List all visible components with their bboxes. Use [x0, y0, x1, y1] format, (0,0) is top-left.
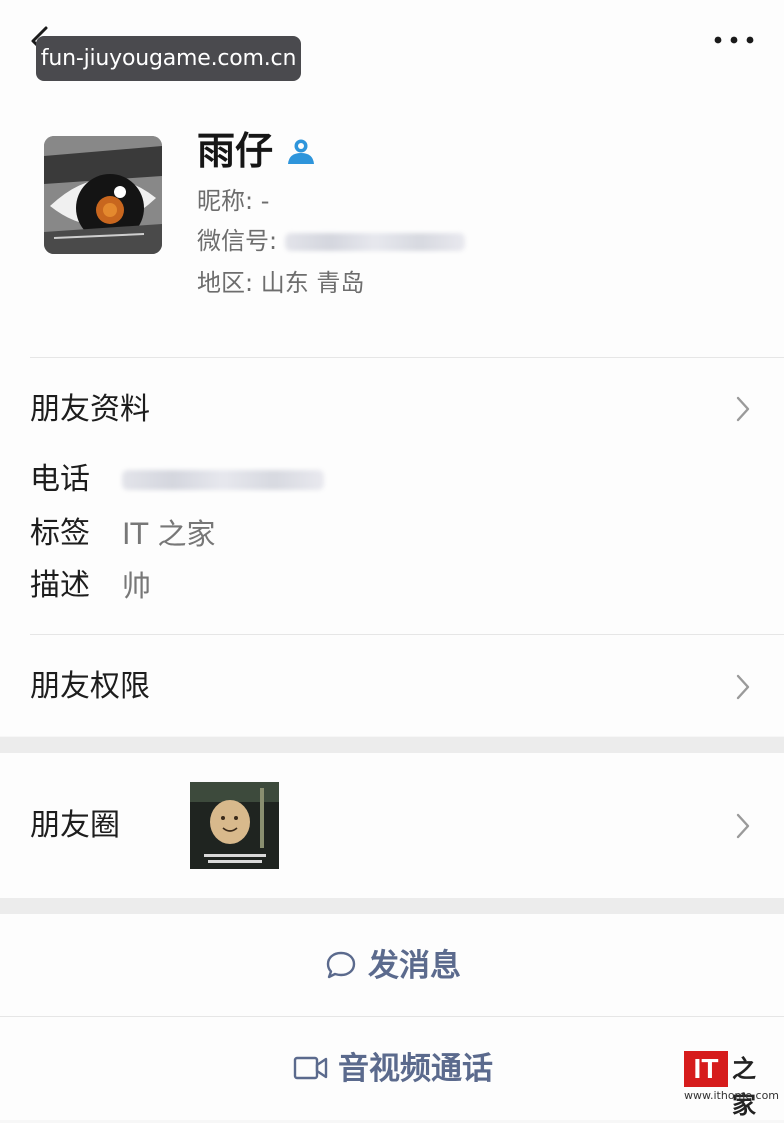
ithome-url: www.ithome.com [684, 1089, 780, 1102]
divider [30, 634, 784, 635]
description-value: 帅 [122, 569, 152, 603]
friend-permissions-row[interactable]: 朋友权限 [30, 665, 150, 709]
video-call-label[interactable]: 音视频通话 [338, 1047, 493, 1091]
top-bar: fun-jiuyougame.com.cn [0, 0, 784, 100]
avatar[interactable] [44, 136, 162, 254]
profile-header: 雨仔 昵称: - 微信号: 地区: 山东 青岛 [0, 100, 784, 358]
moment-thumbnail[interactable] [190, 782, 279, 869]
more-options-icon[interactable] [712, 28, 756, 52]
friend-info-title[interactable]: 朋友资料 [30, 388, 150, 432]
wechat-id-blurred [284, 233, 465, 251]
ithome-logo-text: 之家 [732, 1055, 756, 1119]
ithome-watermark: IT 之家 www.ithome.com [684, 1047, 780, 1119]
region-line: 地区: 山东 青岛 [197, 269, 365, 297]
tags-value[interactable]: IT 之家 [122, 514, 216, 554]
chevron-right-icon [736, 396, 750, 422]
video-camera-icon [293, 1056, 328, 1080]
description-label: 描述 [30, 568, 90, 603]
url-badge: fun-jiuyougame.com.cn [36, 36, 301, 81]
wechat-id-label: 微信号: [197, 227, 278, 255]
ithome-logo: IT [684, 1051, 728, 1087]
contact-person-icon [288, 139, 314, 164]
send-message-label[interactable]: 发消息 [368, 944, 461, 988]
tags-label: 标签 [30, 516, 90, 551]
eye-avatar-image [44, 136, 162, 254]
phone-blurred[interactable] [122, 470, 324, 490]
moments-title[interactable]: 朋友圈 [30, 804, 120, 848]
contact-name: 雨仔 [197, 129, 274, 173]
chevron-right-icon [736, 674, 750, 700]
moment-thumbnail-image [190, 782, 279, 869]
wechat-id-line: 微信号: [197, 224, 465, 258]
section-gap [0, 737, 784, 753]
nickname-line: 昵称: - [197, 187, 270, 215]
chat-bubble-icon [326, 951, 356, 979]
chevron-right-icon [736, 813, 750, 839]
phone-label: 电话 [30, 462, 90, 497]
section-gap [0, 898, 784, 914]
